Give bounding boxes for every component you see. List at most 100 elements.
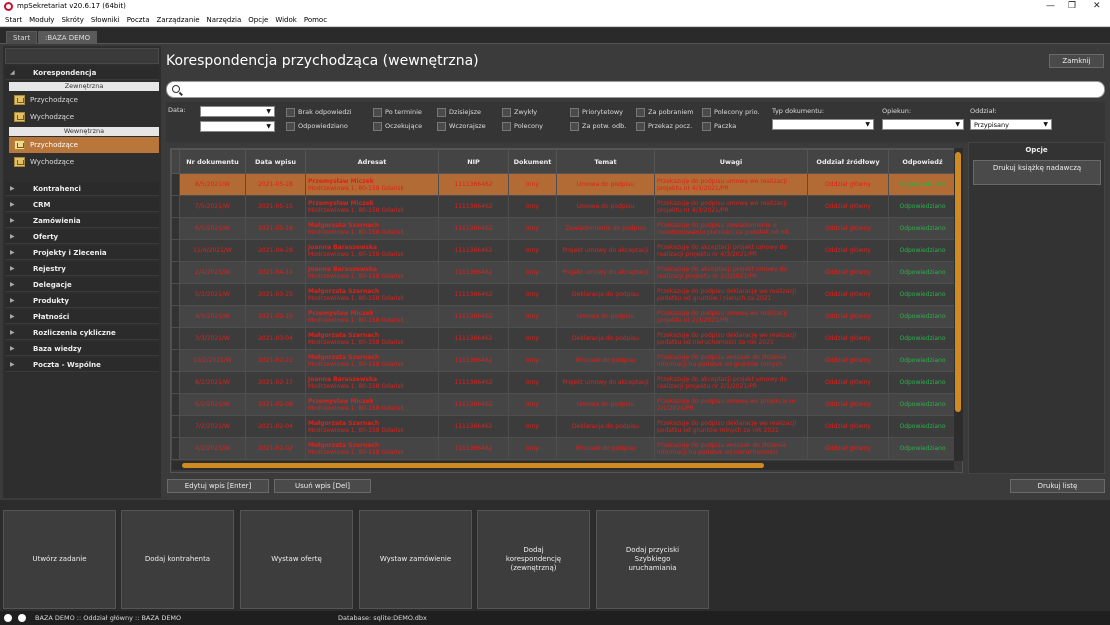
sidebar-item-int-przychodzace[interactable]: Przychodzące <box>9 137 159 153</box>
table-row[interactable]: 10/2/2021/W 2021-02-22 Małgorzata Szarnach… <box>171 349 957 372</box>
edit-entry-button[interactable]: Edytuj wpis [Enter] <box>167 479 269 493</box>
column-header-adresat[interactable]: Adresat <box>305 149 439 174</box>
sidebar-section-poczta-wspolne[interactable]: ▶ Poczta - Wspólne <box>5 358 159 372</box>
sidebar-section-delegacje[interactable]: ▶ Delegacje <box>5 278 159 292</box>
cell-adresat: Małgorzata Szarnach Modrzewiowa 1, 80-158… <box>305 349 439 372</box>
tile-add-quick-buttons[interactable]: Dodaj przyciski Szybkiego uruchamiania <box>596 510 709 609</box>
check-odpowiedziano[interactable]: Odpowiedziano <box>286 122 348 131</box>
cell-nr: 11/4/2021/W <box>179 239 246 262</box>
table-row[interactable]: 6/5/2021/W 2021-05-18 Małgorzata Szarnach M… <box>171 217 957 240</box>
close-icon[interactable]: ✕ <box>1093 1 1101 11</box>
date-to-select[interactable]: ▼ <box>200 121 275 132</box>
menu-slowniki[interactable]: Słowniki <box>91 16 120 24</box>
oddzial-select[interactable]: Przypisany ▼ <box>970 119 1052 130</box>
table-row[interactable]: 11/4/2021/W 2021-04-28 Joanna Baraszewska M… <box>171 239 957 262</box>
check-polecony-prio[interactable]: Polecony prio. <box>702 108 760 117</box>
sidebar-section-produkty[interactable]: ▶ Produkty <box>5 294 159 308</box>
scrollbar-thumb[interactable] <box>182 463 764 468</box>
table-row[interactable]: 5/3/2021/W 2021-03-25 Małgorzata Szarnach M… <box>171 283 957 306</box>
tile-create-task[interactable]: Utwórz zadanie <box>3 510 116 609</box>
check-za-pobraniem[interactable]: Za pobraniem <box>636 108 694 117</box>
tab-baza-demo[interactable]: :BAZA DEMO <box>38 31 98 44</box>
column-header-data[interactable]: Data wpisu <box>245 149 306 174</box>
table-row[interactable]: 3/3/2021/W 2021-03-04 Małgorzata Szarnach M… <box>171 327 957 350</box>
tile-create-order[interactable]: Wystaw zamówienie <box>359 510 472 609</box>
column-header-nr[interactable]: Nr dokumentu <box>179 149 246 174</box>
chevron-down-icon: ◢ <box>10 69 15 76</box>
maximize-icon[interactable]: ❐ <box>1068 1 1076 11</box>
minimize-icon[interactable]: — <box>1046 1 1055 11</box>
table-row[interactable]: 8/2/2021/W 2021-02-17 Joanna Baraszewska Mo… <box>171 371 957 394</box>
check-wczorajsze[interactable]: Wczorajsze <box>437 122 486 131</box>
cell-nr: 6/5/2021/W <box>179 217 246 240</box>
cell-temat: Wniosek do podpisu <box>556 349 655 372</box>
table-vertical-scrollbar[interactable] <box>954 148 963 461</box>
column-header-dokument[interactable]: Dokument <box>508 149 557 174</box>
check-oczekujace[interactable]: Oczekujące <box>373 122 422 131</box>
column-header-temat[interactable]: Temat <box>556 149 655 174</box>
scrollbar-thumb[interactable] <box>955 152 961 412</box>
menu-start[interactable]: Start <box>5 16 22 24</box>
row-selector <box>171 195 180 218</box>
tile-add-contractor[interactable]: Dodaj kontrahenta <box>121 510 234 609</box>
table-horizontal-scrollbar[interactable] <box>172 461 954 470</box>
sidebar-section-baza-wiedzy[interactable]: ▶ Baza wiedzy <box>5 342 159 356</box>
menu-opcje[interactable]: Opcje <box>248 16 268 24</box>
check-priorytetowy[interactable]: Priorytetowy <box>570 108 623 117</box>
sidebar-section-crm[interactable]: ▶ CRM <box>5 198 159 212</box>
sidebar-section-rozliczenia[interactable]: ▶ Rozliczenia cykliczne <box>5 326 159 340</box>
menu-poczta[interactable]: Poczta <box>127 16 150 24</box>
check-za-potw-odb[interactable]: Za potw. odb. <box>570 122 626 131</box>
column-header-nip[interactable]: NIP <box>438 149 509 174</box>
menu-narzedzia[interactable]: Narzędzia <box>207 16 242 24</box>
table-row[interactable]: 7/5/2021/W 2021-05-15 Przemysław Miczek Mod… <box>171 195 957 218</box>
tile-add-correspondence[interactable]: Dodaj korespondencję (zewnętrzną) <box>477 510 590 609</box>
menu-widok[interactable]: Widok <box>275 16 297 24</box>
menu-skroty[interactable]: Skróty <box>61 16 83 24</box>
print-list-button[interactable]: Drukuj listę <box>1010 479 1105 493</box>
check-zwykly[interactable]: Zwykły <box>502 108 537 117</box>
menu-pomoc[interactable]: Pomoc <box>304 16 327 24</box>
table-row[interactable]: 4/3/2021/W 2021-03-10 Przemysław Miczek Mod… <box>171 305 957 328</box>
tile-create-offer[interactable]: Wystaw ofertę <box>240 510 353 609</box>
cell-odpowiedz: Odpowiedziano <box>888 393 957 416</box>
check-paczka[interactable]: Paczka <box>702 122 736 131</box>
sidebar-section-kontrahenci[interactable]: ▶ Kontrahenci <box>5 182 159 196</box>
sidebar-section-rejestry[interactable]: ▶ Rejestry <box>5 262 159 276</box>
check-dzisiejsze[interactable]: Dzisiejsze <box>437 108 481 117</box>
sidebar-section-korespondencja[interactable]: ◢ Korespondencja <box>5 66 159 80</box>
menu-moduly[interactable]: Moduły <box>29 16 54 24</box>
print-dispatch-book-button[interactable]: Drukuj książkę nadawczą <box>973 160 1101 185</box>
delete-entry-button[interactable]: Usuń wpis [Del] <box>274 479 371 493</box>
sidebar-section-oferty[interactable]: ▶ Oferty <box>5 230 159 244</box>
date-from-select[interactable]: ▼ <box>200 106 275 117</box>
sidebar-search[interactable] <box>5 48 159 64</box>
sidebar-item-ext-wychodzace[interactable]: Wychodzące <box>9 109 159 125</box>
menu-zarzadzanie[interactable]: Zarządzanie <box>157 16 200 24</box>
tab-start[interactable]: Start <box>6 31 38 44</box>
table-row[interactable]: 5/2/2021/W 2021-02-08 Przemysław Miczek Mod… <box>171 393 957 416</box>
close-button[interactable]: Zamknij <box>1049 54 1104 68</box>
table-row[interactable]: 8/5/2021/W 2021-05-28 Przemysław Miczek Mod… <box>171 173 957 196</box>
check-brak-odpowiedzi[interactable]: Brak odpowiedzi <box>286 108 352 117</box>
column-header-odpowiedz[interactable]: Odpowiedź <box>888 149 957 174</box>
sidebar-item-ext-przychodzace[interactable]: Przychodzące <box>9 92 159 108</box>
sidebar-item-int-wychodzace[interactable]: Wychodzące <box>9 154 159 170</box>
sidebar-section-projekty[interactable]: ▶ Projekty i Zlecenia <box>5 246 159 260</box>
table-row[interactable]: 4/2/2021/W 2021-02-02 Małgorzata Szarnach M… <box>171 437 957 460</box>
opiekun-select[interactable]: ▼ <box>882 119 964 130</box>
column-header-oddzial[interactable]: Oddział źródłowy <box>807 149 889 174</box>
table-row[interactable]: 2/4/2021/W 2021-04-14 Joanna Baraszewska Mo… <box>171 261 957 284</box>
cell-data: 2021-05-18 <box>245 217 306 240</box>
sidebar-section-platnosci[interactable]: ▶ Płatności <box>5 310 159 324</box>
cell-data: 2021-04-28 <box>245 239 306 262</box>
table-row[interactable]: 7/2/2021/W 2021-02-04 Małgorzata Szarnach M… <box>171 415 957 438</box>
column-header-uwagi[interactable]: Uwagi <box>654 149 808 174</box>
check-polecony[interactable]: Polecony <box>502 122 543 131</box>
check-przekaz-pocz[interactable]: Przekaz pocz. <box>636 122 692 131</box>
cell-adresat: Joanna Baraszewska Modrzewiowa 1, 80-158 … <box>305 261 439 284</box>
search-input[interactable] <box>166 81 1105 98</box>
check-po-terminie[interactable]: Po terminie <box>373 108 422 117</box>
sidebar-section-zamowienia[interactable]: ▶ Zamówienia <box>5 214 159 228</box>
typ-dokumentu-select[interactable]: ▼ <box>772 119 874 130</box>
